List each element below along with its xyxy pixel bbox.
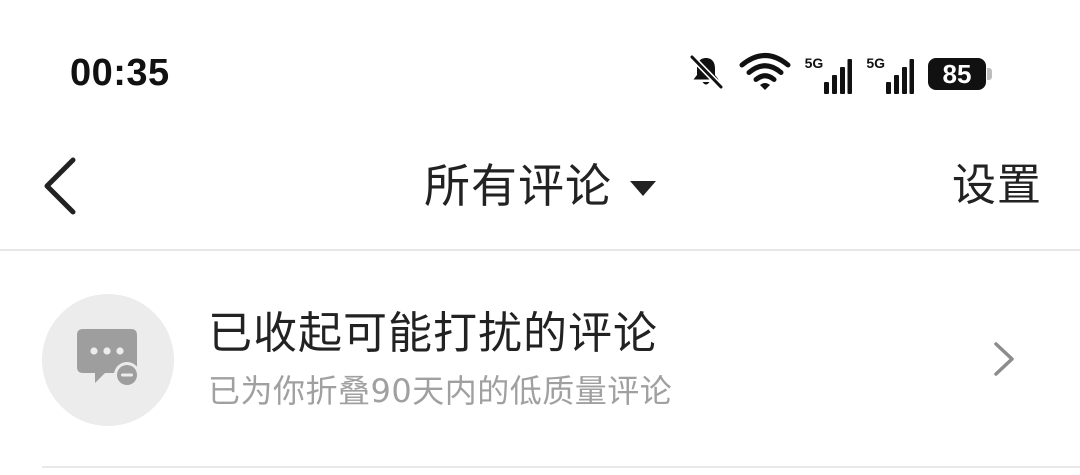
folded-comments-title: 已收起可能打扰的评论 — [208, 308, 658, 359]
page-title: 所有评论 — [424, 159, 612, 213]
status-clock: 00:35 — [70, 52, 170, 94]
status-bar: 00:35 5G 5G 85 — [0, 0, 1080, 120]
cellular-signal-icon-2: 5G — [866, 54, 914, 94]
network-type-label: 5G — [804, 55, 824, 71]
folded-comment-icon — [75, 327, 141, 393]
status-icons: 5G 5G 85 — [687, 52, 992, 96]
caret-down-icon — [630, 180, 656, 196]
battery-level: 85 — [928, 58, 986, 90]
row-divider — [42, 466, 1080, 468]
chevron-left-icon — [40, 154, 80, 222]
settings-button[interactable]: 设置 — [952, 158, 1042, 214]
bell-muted-icon — [687, 53, 725, 95]
folded-comments-row[interactable]: 已收起可能打扰的评论 已为你折叠90天内的低质量评论 — [0, 251, 1080, 468]
cellular-signal-icon: 5G — [805, 54, 853, 94]
nav-bar: 所有评论 设置 — [0, 120, 1080, 250]
comment-filter-dropdown[interactable]: 所有评论 — [410, 158, 670, 214]
folded-comment-icon-container — [42, 294, 174, 426]
back-button[interactable] — [30, 150, 90, 226]
network-type-label-2: 5G — [866, 55, 885, 71]
battery-icon: 85 — [928, 57, 992, 91]
chevron-right-icon — [990, 339, 1018, 379]
wifi-icon — [739, 52, 791, 96]
battery-cap — [987, 68, 992, 80]
folded-comments-subtitle: 已为你折叠90天内的低质量评论 — [208, 372, 673, 410]
comments-screen: 00:35 5G 5G 85 所有评论 设置 已收起可能打扰的评论 已为你折叠9… — [0, 0, 1080, 475]
